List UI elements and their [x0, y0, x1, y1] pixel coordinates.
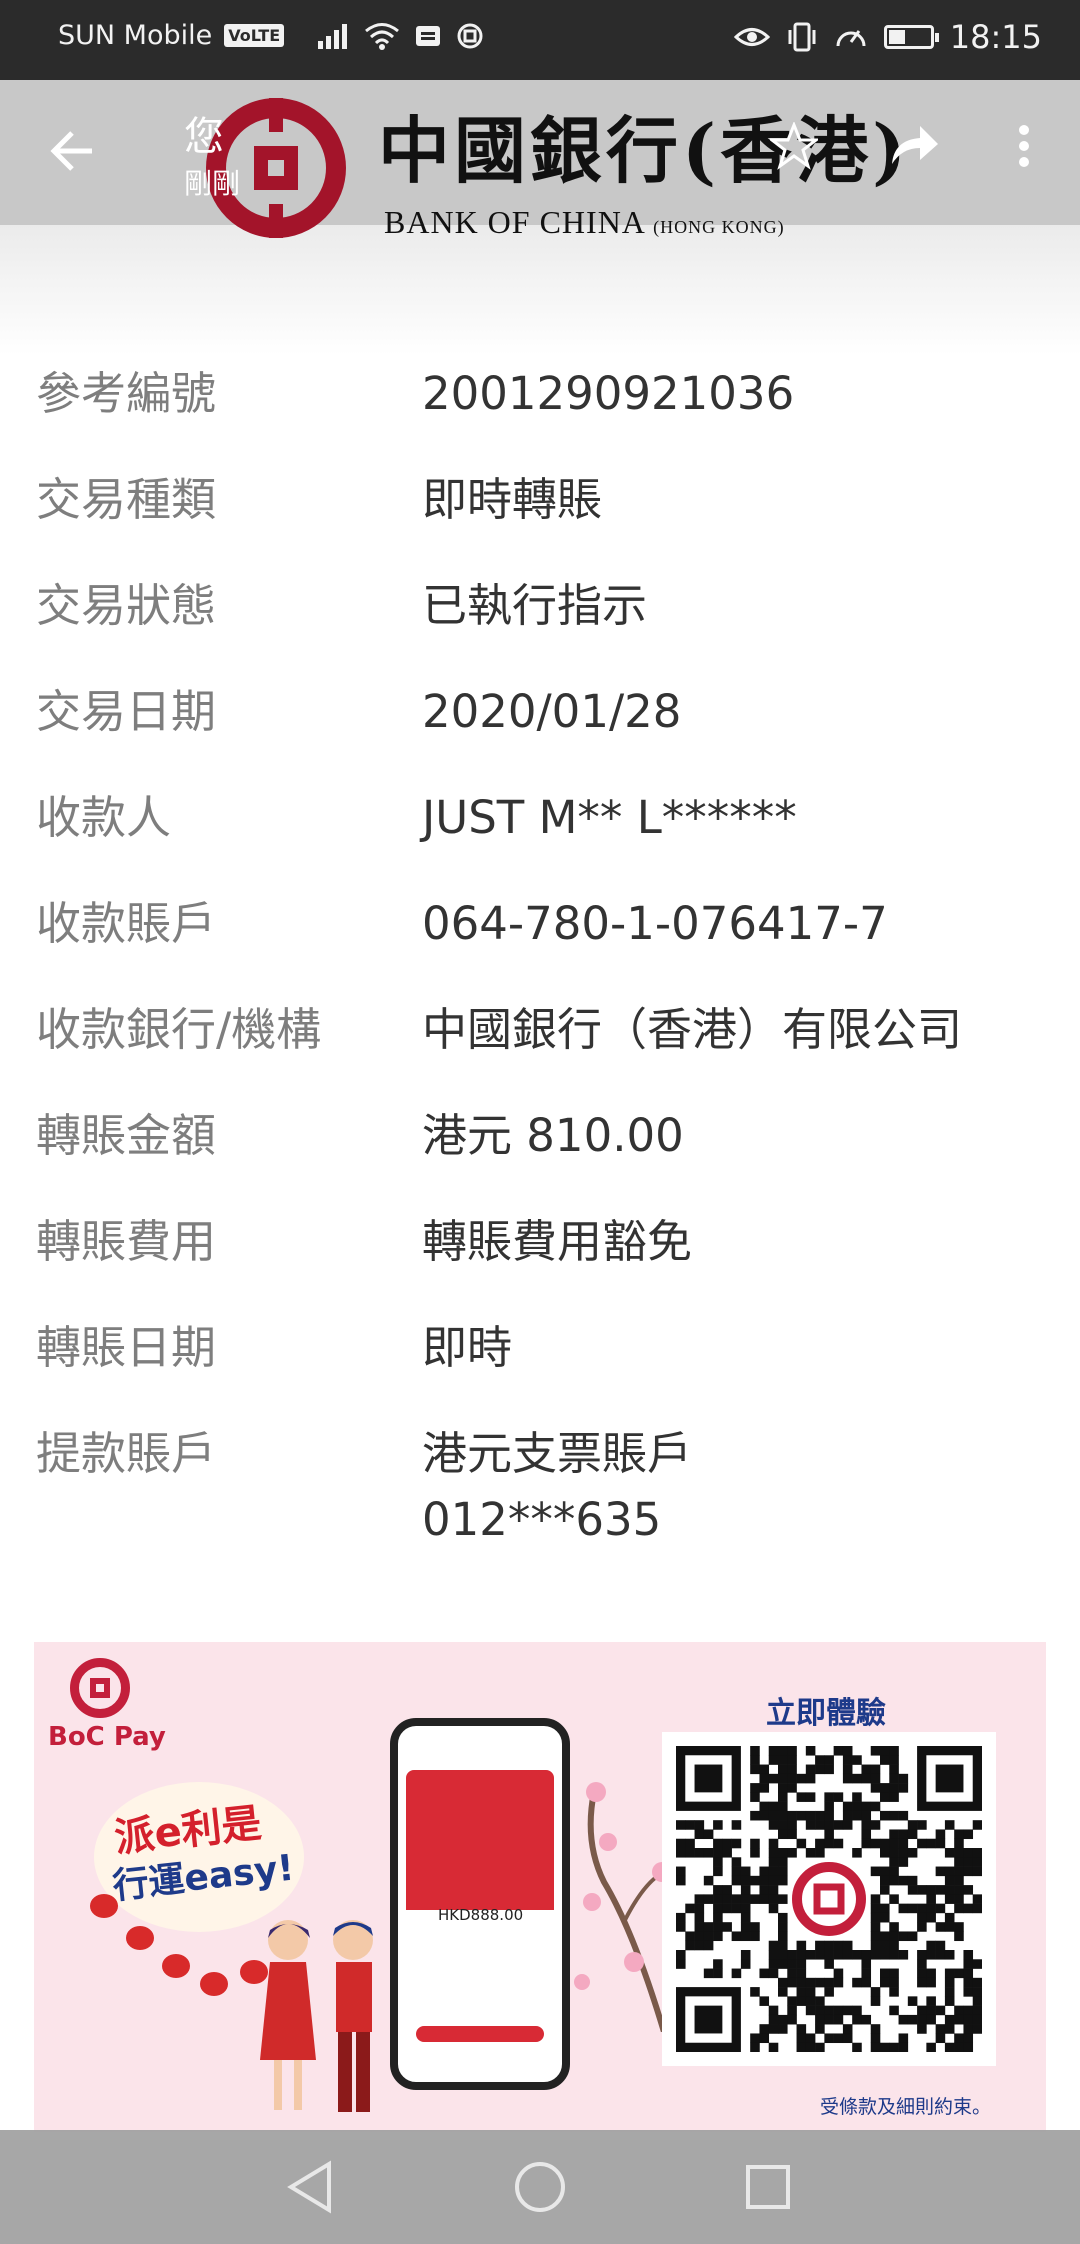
- detail-label: 收款銀行/機構: [36, 1003, 322, 1056]
- detail-row-date: 交易日期 2020/01/28: [0, 682, 1080, 742]
- blossom-branch: [574, 1782, 672, 2032]
- lantern-icon: [200, 1972, 228, 1996]
- detail-value: 064-780-1-076417-7: [422, 897, 888, 950]
- back-arrow-icon[interactable]: [50, 128, 96, 182]
- detail-value: 2020/01/28: [422, 685, 682, 738]
- phone-amount: HKD888.00: [438, 1906, 524, 1924]
- qr-code[interactable]: [662, 1732, 996, 2066]
- home-circle-icon[interactable]: [500, 2130, 580, 2244]
- detail-label: 交易日期: [36, 685, 217, 738]
- volte-badge: VoLTE: [224, 24, 285, 47]
- boc-pay-brand: BoC Pay: [48, 1722, 166, 1752]
- more-vert-icon[interactable]: [1012, 122, 1036, 178]
- detail-row-transfer-date: 轉賬日期 即時: [0, 1318, 1080, 1378]
- logo-chinese-name: 中國銀行(香港): [378, 108, 911, 193]
- detail-value: 即時轉賬: [422, 473, 603, 526]
- detail-label: 提款賬戶: [36, 1427, 217, 1480]
- status-left: SUN Mobile VoLTE: [58, 20, 484, 51]
- detail-label: 參考編號: [36, 367, 217, 420]
- back-triangle-icon[interactable]: [270, 2130, 350, 2244]
- detail-row-amount: 轉賬金額 港元 810.00: [0, 1106, 1080, 1166]
- cta-try-now[interactable]: 立即體驗: [766, 1688, 886, 1732]
- carrier-name: SUN Mobile: [58, 20, 213, 51]
- lantern-icon: [126, 1926, 154, 1950]
- detail-row-debit-account: 提款賬戶 港元支票賬戶 012***635: [0, 1424, 1080, 1546]
- wifi-icon: [365, 22, 400, 50]
- detail-row-payee: 收款人 JUST M** L******: [0, 788, 1080, 848]
- star-icon[interactable]: [767, 120, 821, 178]
- status-bar: SUN Mobile VoLTE 18:15: [0, 0, 1080, 80]
- recents-square-icon[interactable]: [728, 2130, 808, 2244]
- detail-row-payee-bank: 收款銀行/機構 中國銀行（香港）有限公司: [0, 1000, 1080, 1060]
- share-icon[interactable]: [888, 122, 940, 176]
- boc-pay-promo-banner[interactable]: BoC Pay 派e利是 行運easy! HKD888.00 立即體驗 受條款及…: [34, 1642, 1046, 2132]
- terms-note: 受條款及細則約束。: [820, 2096, 992, 2118]
- message-icon: [416, 25, 441, 46]
- logo-english-sub: (HONG KONG): [653, 217, 785, 237]
- detail-label: 轉賬費用: [36, 1215, 217, 1268]
- detail-label: 轉賬金額: [36, 1109, 217, 1162]
- lantern-icon: [162, 1954, 190, 1978]
- detail-label: 轉賬日期: [36, 1321, 217, 1374]
- speed-icon: [836, 30, 866, 47]
- detail-row-type: 交易種類 即時轉賬: [0, 470, 1080, 530]
- detail-value: 即時: [422, 1321, 513, 1374]
- detail-value: 轉賬費用豁免: [422, 1215, 693, 1268]
- header-fade: [0, 225, 1080, 355]
- logo-english-main: BANK OF CHINA: [384, 204, 645, 240]
- logo-english-name: BANK OF CHINA (HONG KONG): [384, 204, 785, 241]
- status-icons-left: [316, 22, 484, 50]
- sender-name: 您: [184, 114, 224, 160]
- sender-time: 剛剛: [184, 167, 241, 200]
- detail-label: 交易狀態: [36, 579, 217, 632]
- system-nav-bar: [0, 2130, 1080, 2244]
- detail-label: 收款賬戶: [36, 897, 217, 950]
- detail-value: 已執行指示: [422, 579, 648, 632]
- signal-icon: [318, 23, 348, 49]
- detail-value: 港元 810.00: [422, 1109, 684, 1162]
- illustrated-couple: [260, 1920, 373, 2112]
- detail-value: 2001290921036: [422, 367, 795, 420]
- detail-row-status: 交易狀態 已執行指示: [0, 576, 1080, 636]
- lantern-icon: [90, 1894, 118, 1918]
- vibrate-icon: [788, 22, 816, 52]
- battery-icon: [883, 25, 939, 49]
- detail-row-payee-account: 收款賬戶 064-780-1-076417-7: [0, 894, 1080, 954]
- detail-label: 收款人: [36, 791, 172, 844]
- detail-label: 交易種類: [36, 473, 217, 526]
- detail-row-fee: 轉賬費用 轉賬費用豁免: [0, 1212, 1080, 1272]
- status-right: 18:15: [733, 18, 1042, 56]
- detail-row-reference: 參考編號 2001290921036: [0, 364, 1080, 424]
- detail-value: 港元支票賬戶: [422, 1427, 693, 1480]
- detail-value-line2: 012***635: [422, 1493, 662, 1546]
- clock: 18:15: [949, 18, 1042, 56]
- phone-illustration: HKD888.00: [390, 1718, 570, 2090]
- detail-value: JUST M** L******: [422, 791, 797, 844]
- boc-pay-logo-icon: [70, 1658, 130, 1718]
- bank-app-notification-icon: [457, 23, 483, 48]
- eye-comfort-icon: [733, 28, 770, 46]
- detail-value: 中國銀行（香港）有限公司: [422, 1003, 963, 1056]
